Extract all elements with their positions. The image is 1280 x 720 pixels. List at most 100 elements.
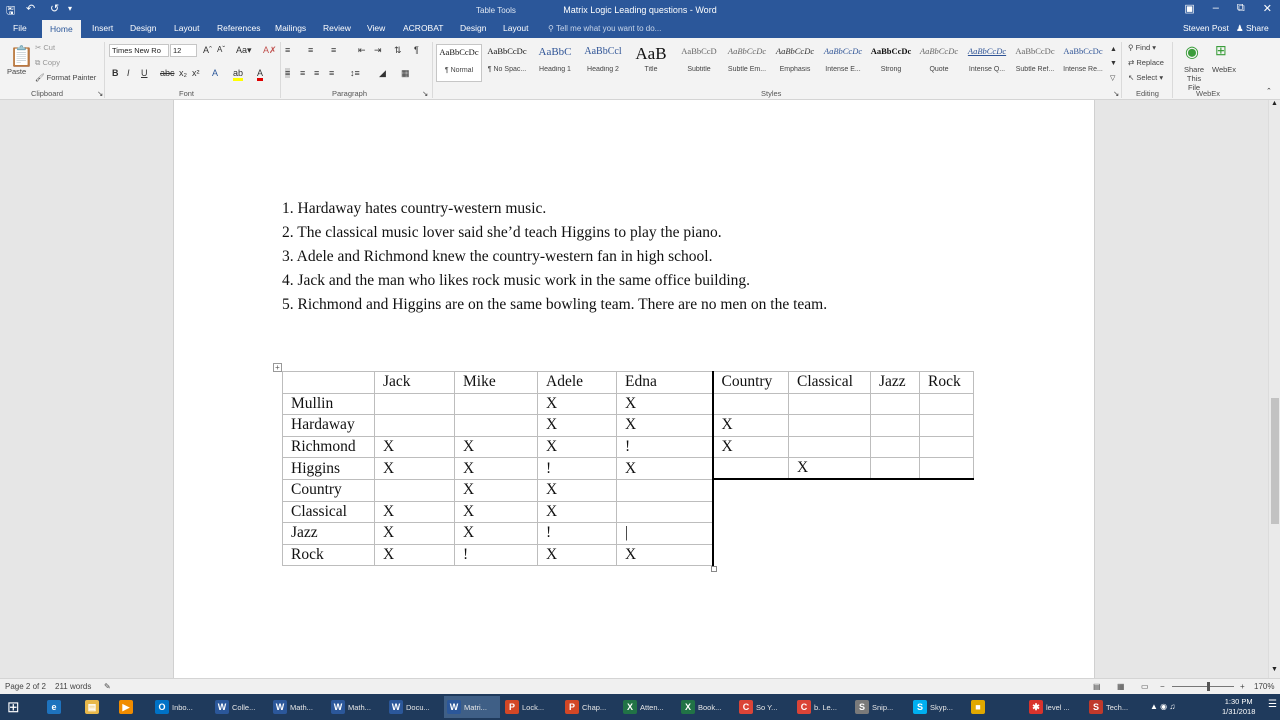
collapse-ribbon-icon[interactable]: ⌃ (1266, 87, 1272, 95)
clue-item[interactable]: 5. Richmond and Higgins are on the same … (282, 293, 827, 317)
table-cell[interactable] (616, 500, 714, 524)
scroll-down-icon[interactable]: ▼ (1271, 666, 1278, 673)
style-4[interactable]: AaBbCcl Heading 2 (580, 46, 626, 73)
table-cell[interactable] (788, 392, 871, 416)
table-resize-handle[interactable] (711, 566, 717, 572)
tab-table-design[interactable]: Design (460, 23, 486, 33)
font-size-box[interactable]: 12 (170, 44, 197, 57)
table-cell[interactable]: ! (537, 522, 617, 545)
column-header-cell[interactable]: Jack (374, 371, 455, 394)
table-move-handle[interactable]: + (273, 363, 282, 372)
table-cell[interactable]: X (711, 414, 789, 437)
taskbar-app-button[interactable]: ✱ level ... (1026, 696, 1082, 718)
table-cell[interactable]: ! (537, 457, 617, 480)
select-button[interactable]: ↖ Select ▾ (1128, 73, 1163, 82)
style-3[interactable]: AaBbC Heading 1 (532, 46, 578, 73)
table-cell[interactable]: X (454, 500, 538, 524)
column-header-cell[interactable]: Edna (616, 371, 713, 394)
clear-formatting-icon[interactable]: A✗ (263, 45, 277, 56)
style-7[interactable]: AaBbCcDc Subtle Em... (724, 46, 770, 73)
user-name[interactable]: Steven Post (1183, 23, 1229, 33)
row-label-cell[interactable]: Rock (282, 543, 375, 567)
column-header-cell[interactable]: Country (711, 371, 789, 394)
strikethrough-icon[interactable]: abc (160, 68, 175, 78)
table-cell[interactable] (919, 392, 974, 416)
tab-file[interactable]: File (13, 23, 27, 33)
row-label-cell[interactable]: Hardaway (282, 414, 375, 437)
table-cell[interactable]: ! (616, 435, 713, 459)
tab-insert[interactable]: Insert (92, 23, 113, 33)
table-cell[interactable] (454, 392, 538, 416)
zoom-in-icon[interactable]: + (1240, 682, 1245, 691)
tab-acrobat[interactable]: ACROBAT (403, 23, 443, 33)
clue-item[interactable]: 1. Hardaway hates country-western music. (282, 197, 827, 221)
style-13[interactable]: AaBbCcDc Subtle Ref... (1012, 46, 1058, 73)
taskbar-app-button[interactable]: C So Y... (736, 696, 792, 718)
table-cell[interactable] (616, 478, 714, 502)
taskbar-app-button[interactable]: S Snip... (852, 696, 908, 718)
align-right-icon[interactable]: ≡ (314, 68, 319, 78)
taskbar-app-button[interactable]: W Colle... (212, 696, 268, 718)
tab-mailings[interactable]: Mailings (275, 23, 306, 33)
minimize-icon[interactable]: – (1213, 2, 1219, 15)
justify-icon[interactable]: ≡ (329, 68, 334, 78)
find-button[interactable]: ⚲ Find ▾ (1128, 43, 1156, 52)
taskbar-app-button[interactable]: X Atten... (620, 696, 676, 718)
style-10[interactable]: AaBbCcDc Strong (868, 46, 914, 73)
style-2[interactable]: AaBbCcDc ¶ No Spac... (484, 46, 530, 73)
tab-home[interactable]: Home (42, 20, 81, 38)
paste-button[interactable]: Paste (7, 67, 26, 76)
table-cell[interactable]: X (374, 500, 455, 524)
paragraph-launcher-icon[interactable]: ↘ (422, 89, 428, 98)
table-cell[interactable]: X (374, 435, 455, 459)
table-cell[interactable] (870, 435, 920, 459)
taskbar-app-button[interactable]: S Tech... (1086, 696, 1142, 718)
table-cell[interactable]: | (616, 522, 714, 545)
styles-launcher-icon[interactable]: ↘ (1113, 89, 1119, 98)
table-cell[interactable]: X (711, 435, 789, 459)
table-cell[interactable] (454, 414, 538, 437)
table-cell[interactable]: X (537, 478, 617, 502)
taskbar-app-button[interactable]: O Inbo... (152, 696, 208, 718)
print-layout-icon[interactable]: ▦ (1117, 682, 1125, 691)
media-player-icon[interactable]: ▶ (116, 696, 140, 718)
shading-icon[interactable]: ◢ (379, 68, 386, 79)
copy-button[interactable]: ⧉ Copy (35, 58, 60, 68)
change-case-icon[interactable]: Aa▾ (236, 45, 252, 56)
zoom-slider[interactable] (1172, 686, 1234, 687)
taskbar-app-button[interactable]: Cb. Le... (794, 696, 850, 718)
style-5[interactable]: AaB Title (628, 46, 674, 73)
paste-icon[interactable]: 📋 (9, 44, 34, 69)
underline-icon[interactable]: U (141, 68, 148, 78)
style-14[interactable]: AaBbCcDc Intense Re... (1060, 46, 1106, 73)
windows-start-icon[interactable]: ⊞ (4, 696, 32, 718)
table-cell[interactable] (870, 414, 920, 437)
row-label-cell[interactable]: Classical (282, 500, 375, 524)
webex-button[interactable]: WebEx (1212, 65, 1236, 74)
style-11[interactable]: AaBbCcDc Quote (916, 46, 962, 73)
taskbar-app-button[interactable]: W Docu... (386, 696, 442, 718)
grow-font-icon[interactable]: Aˆ (203, 45, 212, 55)
table-cell[interactable] (870, 392, 920, 416)
line-spacing-icon[interactable]: ↕≡ (350, 68, 360, 78)
sort-icon[interactable]: ⇅ (394, 45, 402, 56)
style-1[interactable]: AaBbCcDc ¶ Normal (436, 44, 482, 82)
web-layout-icon[interactable]: ▭ (1141, 682, 1149, 691)
row-label-cell[interactable]: Richmond (282, 435, 375, 459)
table-cell[interactable] (374, 478, 455, 502)
scroll-up-icon[interactable]: ▲ (1271, 100, 1278, 107)
numbering-icon[interactable]: ≡ (308, 45, 313, 55)
table-cell[interactable]: X (374, 522, 455, 545)
share-this-file-button[interactable]: Share This File (1180, 65, 1208, 92)
multilevel-list-icon[interactable]: ≡ (331, 45, 336, 55)
table-cell[interactable]: X (374, 543, 455, 567)
bold-icon[interactable]: B (112, 68, 119, 78)
replace-button[interactable]: ⇄ Replace (1128, 58, 1164, 67)
table-cell[interactable]: X (616, 392, 713, 416)
edge-icon[interactable]: e (44, 696, 68, 718)
table-cell[interactable] (374, 392, 455, 416)
taskbar-app-button[interactable]: P Chap... (562, 696, 618, 718)
taskbar-app-button[interactable]: X Book... (678, 696, 734, 718)
style-6[interactable]: AaBbCcD Subtitle (676, 46, 722, 73)
style-8[interactable]: AaBbCcDc Emphasis (772, 46, 818, 73)
